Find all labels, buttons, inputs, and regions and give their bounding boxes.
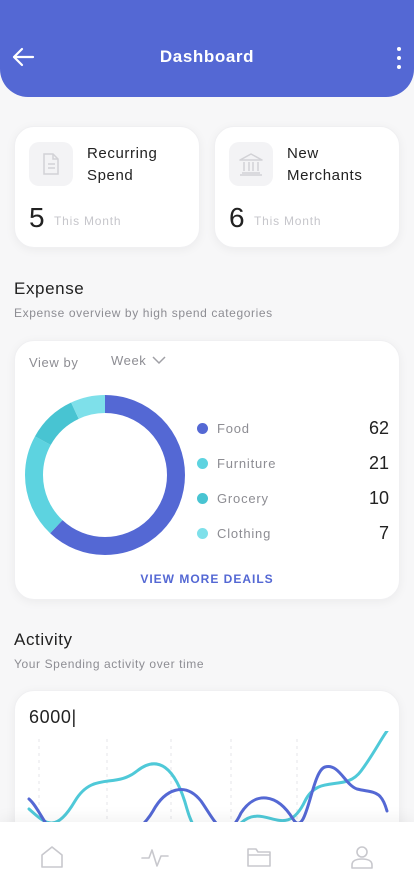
expense-card: View by Week Food 62 Furniture 21 Grocer… bbox=[14, 340, 400, 600]
more-vertical-icon[interactable] bbox=[392, 45, 406, 71]
legend-item-food: Food 62 bbox=[197, 411, 389, 446]
profile-icon[interactable] bbox=[334, 835, 390, 879]
stat-period: This Month bbox=[254, 214, 322, 228]
legend-label: Food bbox=[217, 421, 250, 436]
view-by-label: View by bbox=[29, 355, 79, 370]
expense-title: Expense bbox=[14, 279, 85, 298]
legend-value: 7 bbox=[378, 523, 389, 543]
chevron-down-icon bbox=[152, 356, 166, 365]
app-header: Dashboard bbox=[0, 0, 414, 97]
bottom-navigation bbox=[0, 822, 414, 896]
stat-label: Recurring Spend bbox=[87, 145, 158, 184]
recurring-spend-card[interactable]: Recurring Spend 5 This Month bbox=[14, 126, 200, 248]
legend-label: Grocery bbox=[217, 491, 269, 506]
home-icon[interactable] bbox=[24, 835, 80, 879]
activity-icon[interactable] bbox=[127, 835, 183, 879]
legend-dot bbox=[197, 423, 208, 434]
activity-max-value: 6000| bbox=[29, 707, 77, 727]
expense-subtitle: Expense overview by high spend categorie… bbox=[14, 306, 273, 320]
new-merchants-card[interactable]: New Merchants 6 This Month bbox=[214, 126, 400, 248]
folder-icon[interactable] bbox=[231, 835, 287, 879]
legend-value: 21 bbox=[368, 453, 389, 473]
view-more-details-link[interactable]: VIEW MORE DEAILS bbox=[15, 572, 399, 586]
legend-value: 10 bbox=[368, 488, 389, 508]
activity-subtitle: Your Spending activity over time bbox=[14, 657, 205, 671]
period-dropdown[interactable]: Week bbox=[111, 353, 166, 368]
stat-value: 6 bbox=[229, 202, 245, 233]
legend-label: Furniture bbox=[217, 456, 277, 471]
page-title: Dashboard bbox=[159, 47, 255, 66]
legend-dot bbox=[197, 458, 208, 469]
stat-label: New Merchants bbox=[287, 145, 363, 184]
activity-title: Activity bbox=[14, 630, 73, 649]
legend-label: Clothing bbox=[217, 526, 272, 541]
stat-value: 5 bbox=[29, 202, 45, 233]
bank-icon bbox=[229, 142, 273, 186]
expense-donut-chart bbox=[25, 395, 185, 555]
legend-item-clothing: Clothing 7 bbox=[197, 516, 389, 551]
stat-period: This Month bbox=[54, 214, 122, 228]
legend-item-grocery: Grocery 10 bbox=[197, 481, 389, 516]
legend-value: 62 bbox=[368, 418, 389, 438]
expense-legend: Food 62 Furniture 21 Grocery 10 Clothing… bbox=[197, 411, 389, 551]
document-icon bbox=[29, 142, 73, 186]
legend-dot bbox=[197, 528, 208, 539]
legend-dot bbox=[197, 493, 208, 504]
legend-item-furniture: Furniture 21 bbox=[197, 446, 389, 481]
period-value: Week bbox=[111, 353, 147, 368]
